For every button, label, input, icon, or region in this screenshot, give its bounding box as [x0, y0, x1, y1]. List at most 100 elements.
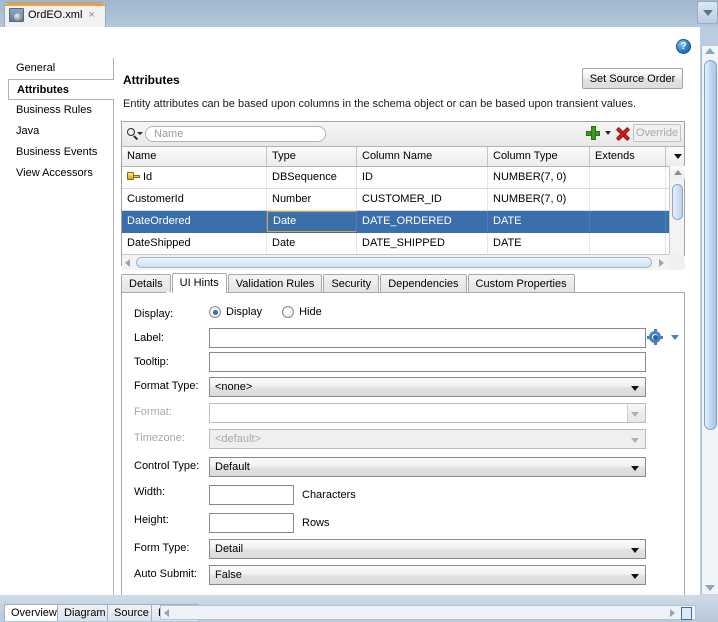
cell-type[interactable]: Number — [267, 189, 357, 210]
cell-type[interactable]: Date — [267, 233, 357, 254]
cell-type[interactable]: DBSequence — [267, 167, 357, 188]
tab-details[interactable]: Details — [121, 274, 171, 293]
tab-validation-rules[interactable]: Validation Rules — [227, 274, 323, 293]
set-source-order-button[interactable]: Set Source Order — [582, 68, 683, 89]
format-label: Format: — [134, 406, 172, 418]
cell-column-type[interactable]: DATE — [488, 233, 590, 254]
sidebar-item-java[interactable]: Java — [8, 121, 113, 142]
cell-column-type[interactable]: DATE — [488, 211, 590, 232]
scroll-corner-box[interactable] — [681, 607, 692, 620]
editor-tab-overflow-button[interactable] — [697, 1, 718, 24]
bottom-tab-overview[interactable]: Overview — [4, 604, 64, 621]
table-row[interactable]: DateShipped Date DATE_SHIPPED DATE — [122, 233, 684, 255]
tab-ui-hints[interactable]: UI Hints — [171, 273, 227, 293]
column-header-column-type[interactable]: Column Type — [488, 147, 590, 166]
cell-name[interactable]: DateShipped — [122, 233, 267, 254]
format-type-select[interactable]: <none> — [209, 377, 646, 397]
close-icon[interactable]: × — [88, 9, 94, 21]
radio-display[interactable]: Display — [209, 306, 262, 318]
column-header-column-name[interactable]: Column Name — [357, 147, 488, 166]
plus-icon[interactable] — [586, 126, 600, 140]
table-row[interactable]: DateOrdered Date DATE_ORDERED DATE — [122, 211, 684, 233]
table-row[interactable]: CustomerId Number CUSTOMER_ID NUMBER(7, … — [122, 189, 684, 211]
override-button[interactable]: Override — [633, 124, 681, 142]
cell-extends[interactable] — [590, 233, 666, 254]
label-input[interactable] — [209, 328, 646, 348]
delete-x-icon[interactable] — [615, 126, 631, 141]
cell-column-name[interactable]: CUSTOMER_ID — [357, 189, 488, 210]
auto-submit-select[interactable]: False — [209, 565, 646, 585]
form-type-select[interactable]: Detail — [209, 539, 646, 559]
sidebar-item-label: View Accessors — [16, 167, 93, 179]
chevron-up-icon — [673, 170, 682, 175]
display-label: Display: — [134, 308, 174, 320]
scroll-left-icon[interactable] — [164, 609, 169, 617]
form-type-row: Form Type: Detail — [122, 537, 684, 563]
cell-column-type[interactable]: NUMBER(7, 0) — [488, 167, 590, 188]
attributes-table-block: Override Name Type Column Name Column Ty… — [121, 121, 685, 270]
tab-security[interactable]: Security — [323, 274, 380, 293]
height-input[interactable] — [209, 513, 294, 533]
document-tab-label: OrdEO.xml — [28, 9, 83, 21]
bottom-tab-source[interactable]: Source — [107, 604, 156, 621]
sidebar-item-business-events[interactable]: Business Events — [8, 142, 113, 163]
document-tab-ordeo-xml[interactable]: OrdEO.xml × — [4, 2, 106, 27]
sidebar-item-attributes[interactable]: Attributes — [8, 79, 114, 100]
format-type-label: Format Type: — [134, 380, 199, 392]
search-input[interactable] — [145, 125, 326, 142]
gear-dropdown-chevron-down-icon[interactable] — [671, 335, 679, 340]
format-type-row: Format Type: <none> — [122, 375, 684, 401]
scroll-up-button[interactable] — [670, 166, 685, 179]
cell-column-type[interactable]: NUMBER(7, 0) — [488, 189, 590, 210]
bottom-tab-diagram[interactable]: Diagram — [57, 604, 113, 621]
editor-surface: ? General Attributes Business Rules Java… — [0, 27, 700, 617]
search-icon[interactable] — [126, 126, 145, 142]
scroll-left-icon[interactable] — [125, 259, 130, 267]
column-header-type[interactable]: Type — [267, 147, 357, 166]
sidebar-item-label: Attributes — [17, 84, 69, 96]
height-row: Height: Rows — [122, 509, 684, 537]
sidebar-item-business-rules[interactable]: Business Rules — [8, 100, 113, 121]
width-input[interactable] — [209, 485, 294, 505]
grid-column-menu-button[interactable] — [666, 147, 684, 166]
cell-extends[interactable] — [590, 211, 666, 232]
scroll-right-icon[interactable] — [659, 259, 664, 267]
cell-name[interactable]: DateOrdered — [122, 211, 267, 232]
control-type-select[interactable]: Default — [209, 457, 646, 477]
jdeveloper-window: OrdEO.xml × ? General Attributes Busines… — [0, 0, 718, 622]
tab-custom-properties[interactable]: Custom Properties — [467, 274, 575, 293]
column-header-extends[interactable]: Extends — [590, 147, 666, 166]
cell-column-name[interactable]: DATE_ORDERED — [357, 211, 488, 232]
sidebar-item-label: General — [16, 62, 56, 74]
tab-dependencies[interactable]: Dependencies — [380, 274, 467, 293]
scroll-right-icon[interactable] — [670, 609, 675, 617]
scrollbar-thumb[interactable] — [672, 184, 683, 220]
panel-description: Entity attributes can be based upon colu… — [123, 98, 637, 110]
scrollbar-thumb[interactable] — [136, 257, 652, 268]
radio-hide[interactable]: Hide — [282, 306, 322, 318]
editor-vertical-scrollbar[interactable] — [701, 46, 718, 594]
scroll-up-icon[interactable] — [705, 48, 715, 54]
chevron-down-icon[interactable] — [605, 131, 611, 135]
gear-icon[interactable] — [647, 329, 663, 345]
cell-type[interactable]: Date — [267, 211, 357, 232]
sidebar-item-view-accessors[interactable]: View Accessors — [8, 163, 113, 184]
cell-extends[interactable] — [590, 189, 666, 210]
bottom-horizontal-scrollbar[interactable] — [160, 605, 696, 620]
scroll-down-icon[interactable] — [705, 585, 715, 591]
column-header-name[interactable]: Name — [122, 147, 267, 166]
cell-column-name[interactable]: DATE_SHIPPED — [357, 233, 488, 254]
page-title: Attributes — [123, 73, 180, 87]
table-row[interactable]: Id DBSequence ID NUMBER(7, 0) — [122, 167, 684, 189]
auto-submit-label: Auto Submit: — [134, 568, 197, 580]
sidebar-item-general[interactable]: General — [8, 58, 113, 79]
scrollbar-thumb[interactable] — [704, 60, 717, 430]
chevron-down-icon — [631, 574, 639, 579]
grid-horizontal-scrollbar[interactable] — [122, 254, 684, 270]
cell-extends[interactable] — [590, 167, 666, 188]
cell-name[interactable]: CustomerId — [122, 189, 267, 210]
help-icon[interactable]: ? — [676, 39, 691, 54]
cell-name[interactable]: Id — [122, 167, 267, 188]
tooltip-input[interactable] — [209, 352, 646, 372]
cell-column-name[interactable]: ID — [357, 167, 488, 188]
